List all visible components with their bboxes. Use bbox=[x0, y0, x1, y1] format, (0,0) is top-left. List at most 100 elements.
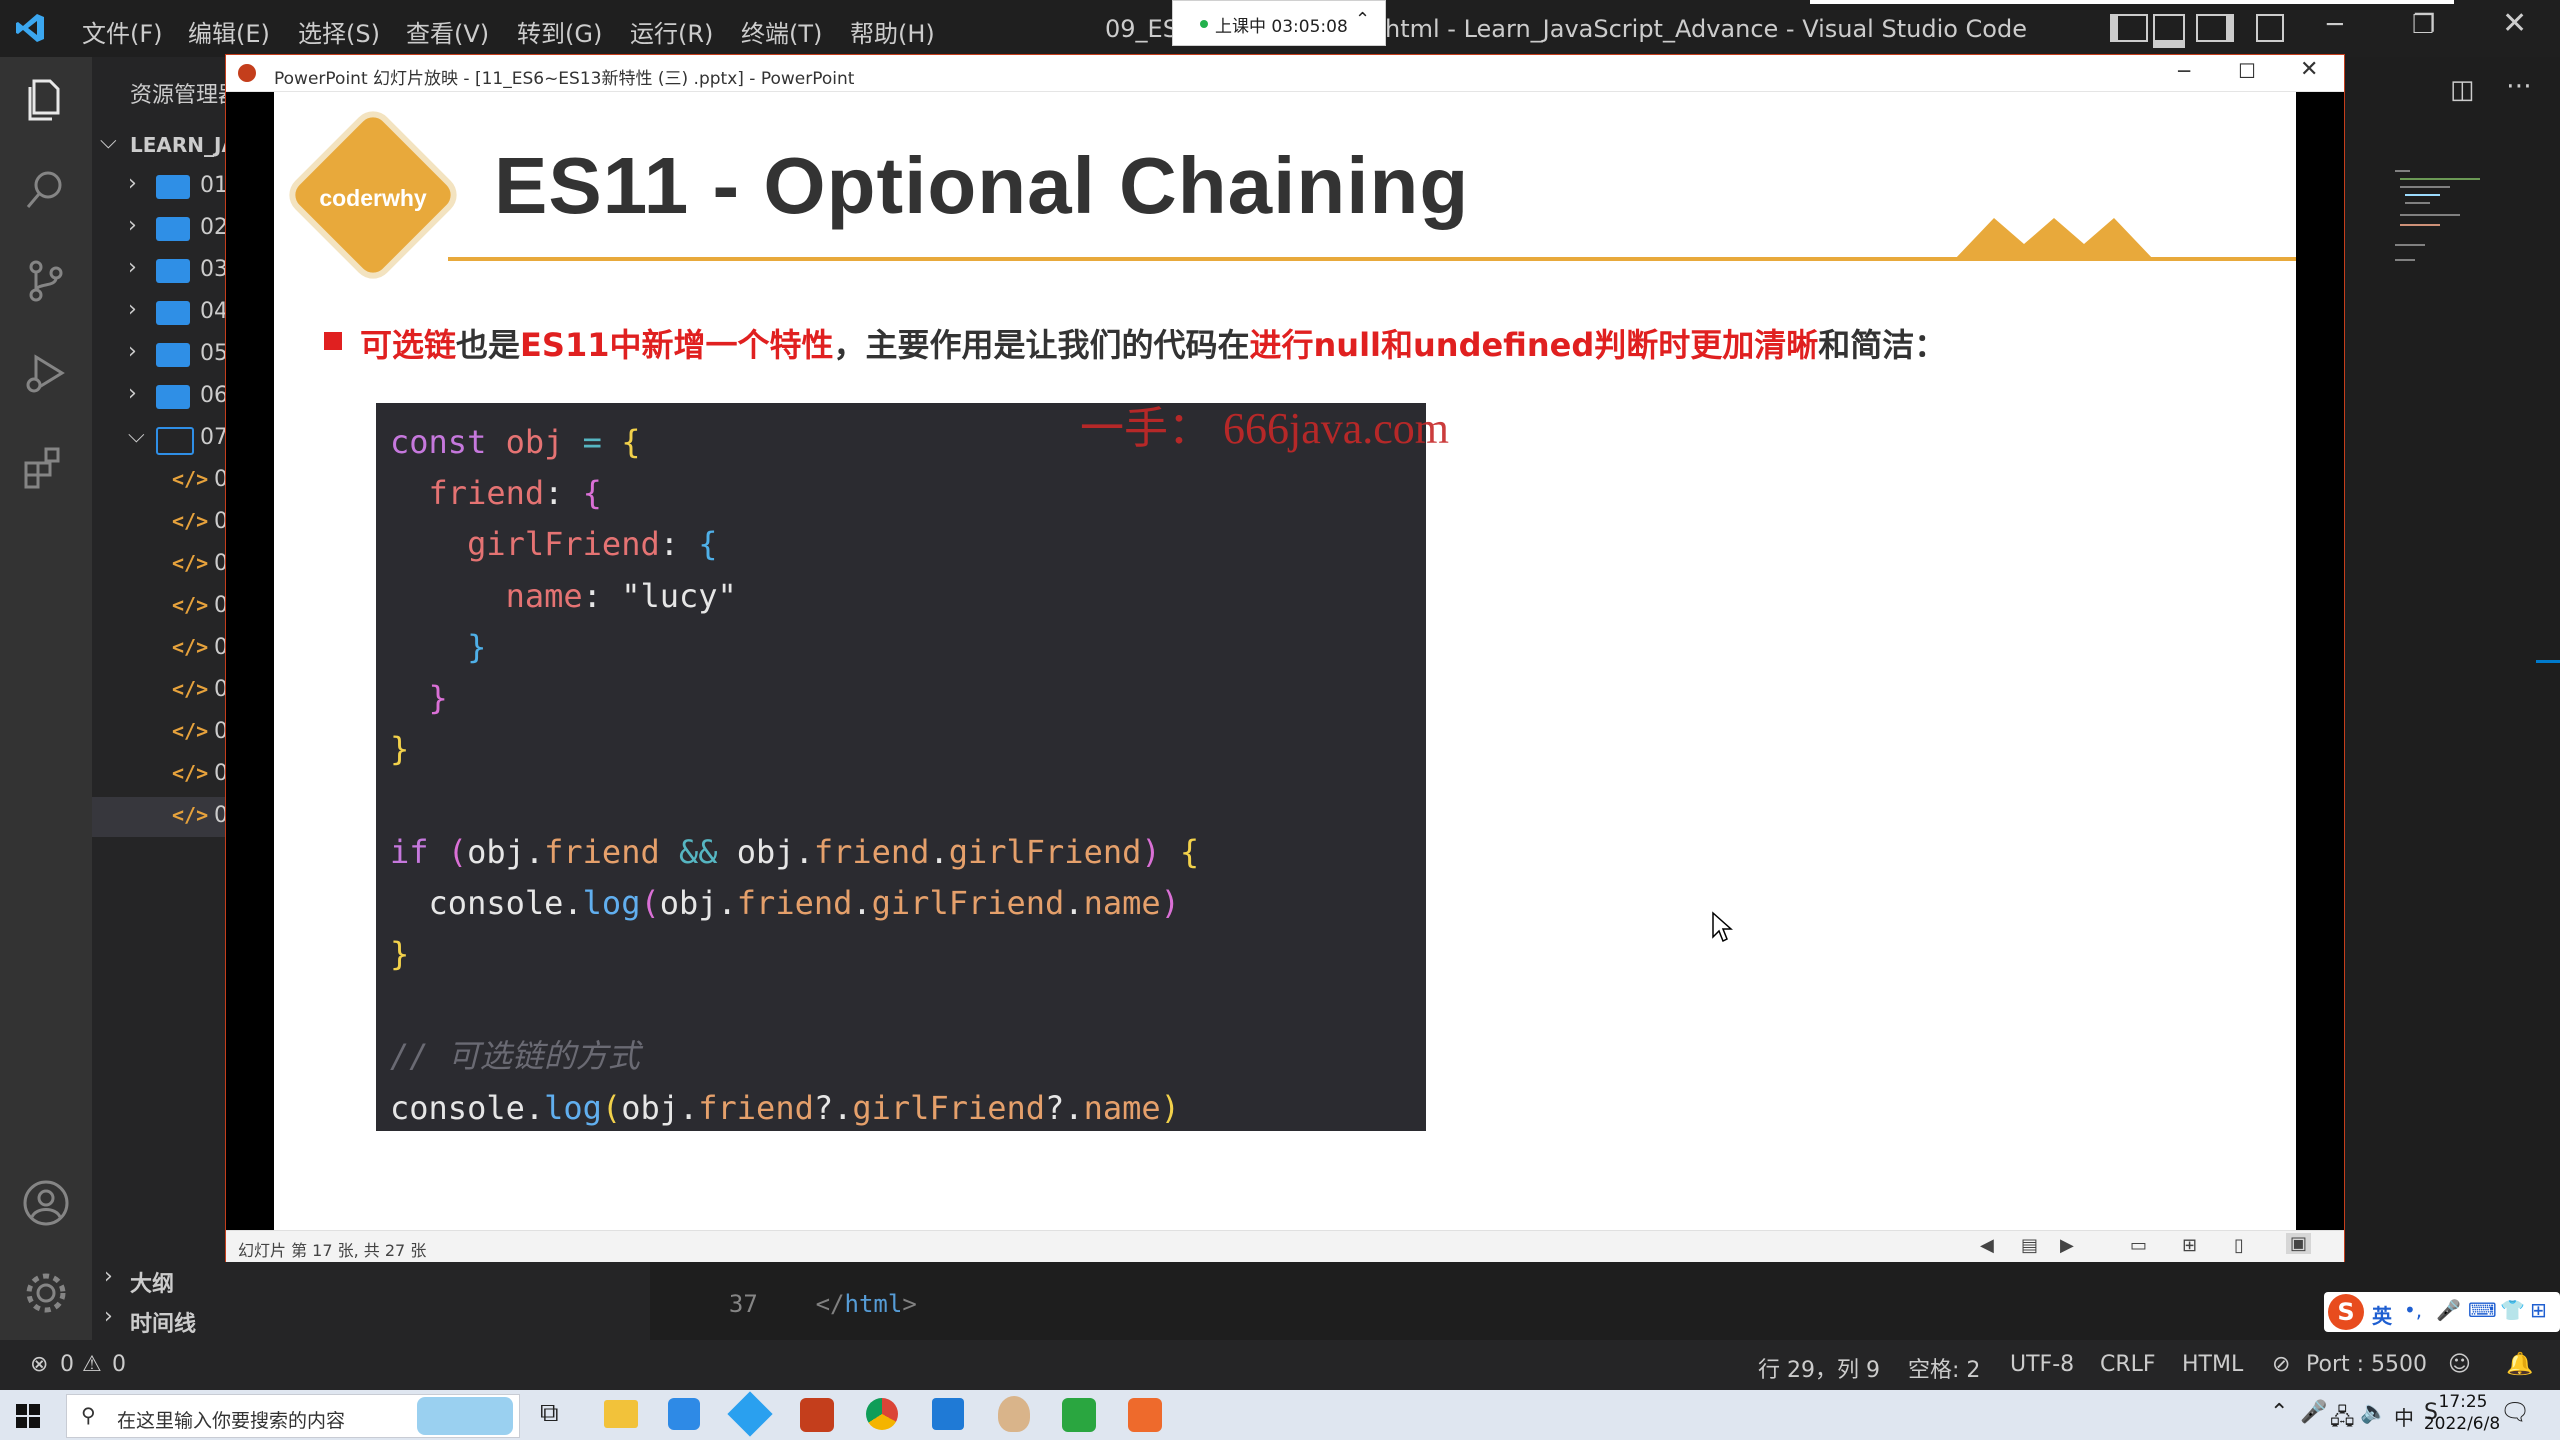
toggle-secondary-sidebar-icon[interactable] bbox=[2196, 14, 2234, 42]
account-icon[interactable] bbox=[20, 1177, 72, 1229]
code-line: console.log(obj.friend?.girlFriend?.name… bbox=[390, 1088, 1180, 1127]
search-icon[interactable] bbox=[20, 165, 72, 217]
indentation[interactable]: 空格: 2 bbox=[1908, 1352, 1980, 1384]
ime-skin-icon[interactable]: 👕 bbox=[2500, 1298, 2525, 1322]
menu-selection[interactable]: 选择(S) bbox=[298, 14, 380, 49]
maximize-icon[interactable]: ☐ bbox=[2238, 59, 2256, 83]
bullet-text-part: ，主要作用是让我们的代码在 bbox=[833, 326, 1250, 364]
slide-menu-icon[interactable]: ▤ bbox=[2021, 1235, 2038, 1256]
reading-view-icon[interactable]: ▯ bbox=[2234, 1235, 2244, 1256]
slideshow-view-icon[interactable]: ▣ bbox=[2286, 1233, 2312, 1254]
app-diamond-icon[interactable] bbox=[727, 1391, 773, 1437]
camtasia-green-icon[interactable] bbox=[1062, 1398, 1096, 1432]
html-file-icon: </> bbox=[172, 593, 209, 617]
ime-menu-icon[interactable]: ⊞ bbox=[2530, 1298, 2547, 1322]
html-file-icon: </> bbox=[172, 551, 209, 575]
tray-mic-icon[interactable]: 🎤 bbox=[2300, 1400, 2327, 1425]
search-highlight-image bbox=[417, 1397, 513, 1435]
minimap[interactable] bbox=[2340, 165, 2540, 285]
error-count[interactable]: 0 bbox=[60, 1352, 74, 1377]
code-line: const obj = { bbox=[390, 423, 641, 461]
timeline-section[interactable]: › 时间线 bbox=[104, 1298, 644, 1338]
ime-mode-icon[interactable]: 英 bbox=[2372, 1300, 2392, 1329]
clock-time[interactable]: 17:25 bbox=[2418, 1392, 2508, 1412]
chrome-icon[interactable] bbox=[866, 1398, 898, 1430]
vscode-taskbar-icon[interactable] bbox=[932, 1398, 964, 1430]
explorer-icon[interactable] bbox=[20, 75, 72, 127]
outline-label: 大纲 bbox=[130, 1272, 175, 1297]
editor-line: 37 </html> bbox=[700, 1262, 917, 1318]
menu-file[interactable]: 文件(F) bbox=[82, 14, 163, 49]
chevron-down-icon: ⌵ bbox=[100, 129, 117, 154]
language-mode[interactable]: HTML bbox=[2182, 1352, 2243, 1377]
customize-layout-icon[interactable] bbox=[2256, 14, 2284, 42]
notifications-bell-icon[interactable]: 🔔 bbox=[2506, 1352, 2533, 1377]
close-icon[interactable]: ✕ bbox=[2502, 6, 2527, 41]
code-line: name: "lucy" bbox=[505, 576, 737, 615]
ime-punct-icon[interactable]: •, bbox=[2404, 1298, 2422, 1322]
html-file-icon: </> bbox=[172, 635, 209, 659]
task-view-icon[interactable]: ⧉ bbox=[540, 1398, 559, 1429]
menu-run[interactable]: 运行(R) bbox=[630, 14, 713, 49]
close-icon[interactable]: ✕ bbox=[2300, 57, 2318, 82]
menu-go[interactable]: 转到(G) bbox=[517, 14, 602, 49]
slide-sorter-icon[interactable]: ⊞ bbox=[2182, 1235, 2197, 1256]
minimize-icon[interactable]: ─ bbox=[2178, 59, 2190, 83]
encoding[interactable]: UTF-8 bbox=[2010, 1352, 2074, 1377]
restore-icon[interactable]: ❐ bbox=[2412, 10, 2435, 40]
avatar-app-icon[interactable] bbox=[998, 1396, 1030, 1432]
menu-view[interactable]: 查看(V) bbox=[406, 14, 489, 49]
ime-keyboard-icon[interactable]: ⌨ bbox=[2468, 1298, 2497, 1322]
outline-section[interactable]: › 大纲 bbox=[104, 1258, 644, 1298]
previous-slide-icon[interactable]: ◀ bbox=[1980, 1235, 1994, 1256]
next-slide-icon[interactable]: ▶ bbox=[2060, 1235, 2074, 1256]
camtasia-orange-icon[interactable] bbox=[1128, 1398, 1162, 1432]
feedback-icon[interactable]: ☺ bbox=[2448, 1352, 2471, 1377]
toggle-panel-icon[interactable] bbox=[2153, 14, 2185, 48]
error-icon[interactable]: ⊗ bbox=[30, 1352, 48, 1377]
minimize-icon[interactable]: ─ bbox=[2327, 10, 2343, 40]
run-debug-icon[interactable] bbox=[20, 347, 72, 399]
live-server-port[interactable]: Port : 5500 bbox=[2306, 1352, 2427, 1377]
tray-volume-icon[interactable]: 🔈 bbox=[2360, 1400, 2387, 1425]
tray-chevron-up-icon[interactable]: ⌃ bbox=[2270, 1400, 2288, 1425]
port-icon[interactable]: ⊘ bbox=[2272, 1352, 2290, 1377]
windows-start-icon[interactable] bbox=[16, 1404, 40, 1428]
slide-title: ES11 - Optional Chaining bbox=[494, 141, 1470, 230]
slideshow-area[interactable]: coderwhy ES11 - Optional Chaining 可选链也是E… bbox=[226, 92, 2344, 1230]
code-line: friend: { bbox=[428, 474, 602, 513]
folder-label: 05 bbox=[200, 341, 228, 366]
powerpoint-taskbar-icon[interactable] bbox=[800, 1398, 834, 1432]
powerpoint-titlebar: PowerPoint 幻灯片放映 - [11_ES6~ES13新特性 (三) .… bbox=[226, 55, 2344, 92]
app-blue-icon[interactable] bbox=[668, 1398, 700, 1430]
chevron-up-icon[interactable]: ⌃ bbox=[1355, 9, 1370, 30]
taskbar-search[interactable]: ⚲ 在这里输入你要搜索的内容 bbox=[66, 1394, 520, 1438]
menu-edit[interactable]: 编辑(E) bbox=[188, 14, 270, 49]
split-editor-icon[interactable]: ◫ bbox=[2450, 75, 2475, 105]
warning-icon[interactable]: ⚠ bbox=[82, 1352, 102, 1377]
source-control-icon[interactable] bbox=[20, 255, 72, 307]
ime-toolbar[interactable]: S 英 •, 🎤 ⌨ 👕 ⊞ bbox=[2324, 1292, 2560, 1332]
notification-center-icon[interactable]: 🗨 bbox=[2500, 1398, 2530, 1426]
extensions-icon[interactable] bbox=[20, 441, 72, 493]
cursor-position[interactable]: 行 29，列 9 bbox=[1758, 1352, 1880, 1384]
recording-dot bbox=[1200, 20, 1208, 28]
folder-icon bbox=[156, 175, 190, 199]
code-block: const obj = { friend: { girlFriend: { na… bbox=[376, 403, 1426, 1131]
file-explorer-icon[interactable] bbox=[604, 1400, 638, 1428]
line-ending[interactable]: CRLF bbox=[2100, 1352, 2156, 1377]
html-file-icon: </> bbox=[172, 677, 209, 701]
menu-terminal[interactable]: 终端(T) bbox=[741, 14, 822, 49]
top-strip bbox=[1810, 0, 2454, 4]
bullet-highlight: ES11中新增一个特性 bbox=[520, 326, 834, 364]
warning-count[interactable]: 0 bbox=[112, 1352, 126, 1377]
normal-view-icon[interactable]: ▭ bbox=[2130, 1235, 2147, 1256]
html-file-icon: </> bbox=[172, 509, 209, 533]
menu-help[interactable]: 帮助(H) bbox=[850, 14, 935, 49]
toggle-sidebar-icon[interactable] bbox=[2110, 14, 2148, 42]
watermark: 一手： 666java.com bbox=[1080, 404, 1450, 453]
tray-network-icon[interactable]: 🖧 bbox=[2330, 1400, 2355, 1438]
ime-mic-icon[interactable]: 🎤 bbox=[2436, 1298, 2461, 1322]
manage-gear-icon[interactable] bbox=[20, 1267, 72, 1319]
more-actions-icon[interactable]: ⋯ bbox=[2506, 71, 2532, 101]
